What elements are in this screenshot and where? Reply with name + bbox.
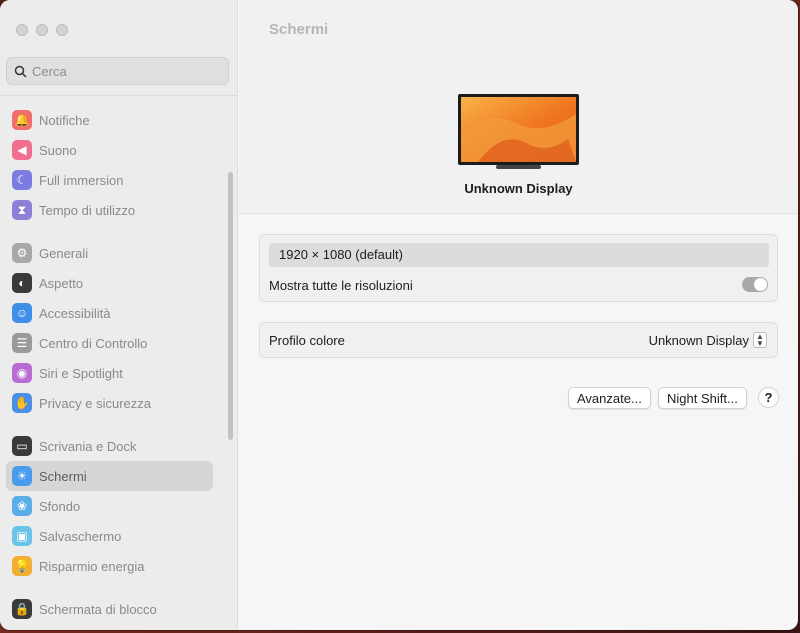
zoom-window-button[interactable]	[56, 24, 68, 36]
sidebar-item-sfondo[interactable]: ❀ Sfondo	[6, 491, 213, 521]
sidebar-item-label: Siri e Spotlight	[39, 365, 123, 381]
sidebar-item-label: Risparmio energia	[39, 558, 145, 574]
display-preview-area: Schermi Unknown Display	[239, 0, 798, 214]
sidebar-item-notifiche[interactable]: 🔔 Notifiche	[6, 105, 213, 135]
bell-icon: 🔔	[12, 110, 32, 130]
sidebar-item-label: Schermata di blocco	[39, 601, 157, 617]
sidebar-item-label: Generali	[39, 245, 89, 261]
sidebar-item-accessibilità[interactable]: ☺ Accessibilità	[6, 298, 213, 328]
screensaver-icon: ▣	[12, 526, 32, 546]
chevron-updown-icon: ▲ ▼	[753, 332, 767, 348]
search-icon	[14, 65, 27, 78]
color-profile-panel: Profilo colore Unknown Display ▲ ▼	[259, 322, 778, 358]
wallpaper-icon: ❀	[12, 496, 32, 516]
siri-icon: ◉	[12, 363, 32, 383]
sidebar-item-salvaschermo[interactable]: ▣ Salvaschermo	[6, 521, 213, 551]
search-field[interactable]	[6, 57, 229, 85]
window-controls	[16, 24, 68, 36]
sidebar-item-generali[interactable]: ⚙ Generali	[6, 238, 213, 268]
sidebar-item-label: Aspetto	[39, 275, 84, 291]
sidebar-item-schermi[interactable]: ☀ Schermi	[6, 461, 213, 491]
minimize-window-button[interactable]	[36, 24, 48, 36]
brightness-icon: ☀	[12, 466, 32, 486]
color-profile-select[interactable]: Unknown Display ▲ ▼	[649, 332, 767, 348]
night-shift-button[interactable]: Night Shift...	[658, 387, 747, 409]
advanced-button[interactable]: Avanzate...	[568, 387, 651, 409]
sidebar-scrollbar[interactable]	[228, 172, 233, 440]
sidebar-list: 🔔 Notifiche ◀ Suono ☾ Full immersion ⧗ Tempo di…	[6, 105, 213, 624]
resolution-option-selected[interactable]: 1920 × 1080 (default)	[269, 243, 769, 267]
lock-icon: 🔒	[12, 599, 32, 619]
search-input[interactable]	[32, 63, 212, 79]
sidebar-item-label: Salvaschermo	[39, 528, 122, 544]
show-all-resolutions-toggle[interactable]	[742, 277, 768, 292]
sidebar-item-label: Privacy e sicurezza	[39, 395, 151, 411]
show-all-resolutions-label: Mostra tutte le risoluzioni	[269, 278, 413, 293]
monitor-icon[interactable]	[458, 94, 579, 169]
sidebar-item-label: Accessibilità	[39, 305, 111, 321]
close-window-button[interactable]	[16, 24, 28, 36]
moon-icon: ☾	[12, 170, 32, 190]
sidebar-item-suono[interactable]: ◀ Suono	[6, 135, 213, 165]
sidebar-item-label: Scrivania e Dock	[39, 438, 137, 454]
sidebar-item-privacy-e-sicurezza[interactable]: ✋ Privacy e sicurezza	[6, 388, 213, 418]
sidebar-item-label: Tempo di utilizzo	[39, 202, 136, 218]
sidebar-item-aspetto[interactable]: ◐ Aspetto	[6, 268, 213, 298]
sidebar-item-label: Sfondo	[39, 498, 81, 514]
speaker-icon: ◀	[12, 140, 32, 160]
page-title: Schermi	[269, 21, 329, 38]
resolution-panel: 1920 × 1080 (default) Mostra tutte le ri…	[259, 234, 778, 302]
sidebar-item-scrivania-e-dock[interactable]: ▭ Scrivania e Dock	[6, 431, 213, 461]
sidebar-item-label: Full immersion	[39, 172, 124, 188]
sidebar-item-label: Suono	[39, 142, 77, 158]
sidebar-item-label: Centro di Controllo	[39, 335, 148, 351]
color-profile-label: Profilo colore	[269, 333, 345, 348]
color-profile-value: Unknown Display	[648, 332, 749, 348]
sidebar-item-label: Notifiche	[39, 112, 90, 128]
system-settings-window: 🔔 Notifiche ◀ Suono ☾ Full immersion ⧗ Tempo di…	[0, 0, 798, 630]
help-button[interactable]: ?	[758, 387, 779, 408]
hand-icon: ✋	[12, 393, 32, 413]
gear-icon: ⚙	[12, 243, 32, 263]
sidebar-item-siri-e-spotlight[interactable]: ◉ Siri e Spotlight	[6, 358, 213, 388]
lightbulb-icon: 💡	[12, 556, 32, 576]
main-content: Schermi Unknown Display 1920 × 1080 (def…	[239, 0, 798, 630]
sidebar-item-risparmio-energia[interactable]: 💡 Risparmio energia	[6, 551, 213, 581]
dock-icon: ▭	[12, 436, 32, 456]
sidebar-item-label: Schermi	[39, 468, 87, 484]
sidebar-item-full-immersion[interactable]: ☾ Full immersion	[6, 165, 213, 195]
sidebar-item-centro-di-controllo[interactable]: ☰ Centro di Controllo	[6, 328, 213, 358]
appearance-icon: ◐	[12, 273, 32, 293]
accessibility-icon: ☺	[12, 303, 32, 323]
control-center-icon: ☰	[12, 333, 32, 353]
hourglass-icon: ⧗	[12, 200, 32, 220]
sidebar-item-schermata-di-blocco[interactable]: 🔒 Schermata di blocco	[6, 594, 213, 624]
display-name: Unknown Display	[464, 181, 573, 196]
divider	[0, 95, 238, 96]
sidebar: 🔔 Notifiche ◀ Suono ☾ Full immersion ⧗ Tempo di…	[0, 0, 238, 630]
sidebar-item-tempo-di-utilizzo[interactable]: ⧗ Tempo di utilizzo	[6, 195, 213, 225]
